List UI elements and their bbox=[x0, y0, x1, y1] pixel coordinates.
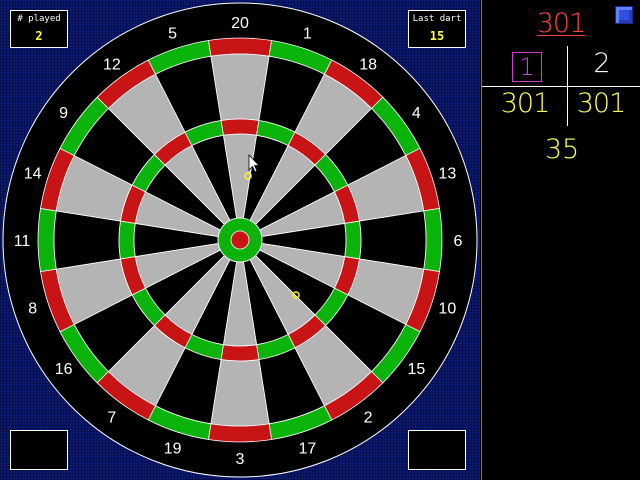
number-label-6: 6 bbox=[454, 233, 463, 250]
number-label-1: 1 bbox=[303, 26, 312, 43]
dartboard[interactable]: 20 1 18 4 13 6 10 15 2 17 3 19 7 16 8 11 14 9 12 5 bbox=[0, 0, 480, 480]
number-label-17: 17 bbox=[298, 440, 316, 457]
player-2-score: 301 bbox=[576, 88, 627, 119]
player-divider-horizontal bbox=[482, 86, 640, 87]
number-label-16: 16 bbox=[55, 361, 73, 378]
number-label-13: 13 bbox=[438, 166, 456, 183]
number-label-19: 19 bbox=[164, 440, 182, 457]
dartboard-area[interactable]: 20 1 18 4 13 6 10 15 2 17 3 19 7 16 8 11 14 9 12 5 # played… bbox=[0, 0, 480, 480]
player-1-label: 1 bbox=[512, 52, 542, 82]
double-6[interactable] bbox=[423, 207, 443, 273]
last-dart-box: Last dart 15 bbox=[408, 10, 466, 48]
number-label-9: 9 bbox=[59, 105, 68, 122]
remaining-score: 35 bbox=[544, 134, 580, 165]
treble-6[interactable] bbox=[344, 220, 362, 260]
number-label-3: 3 bbox=[236, 451, 245, 468]
number-label-8: 8 bbox=[28, 300, 37, 317]
player-2-label: 2 bbox=[593, 48, 611, 79]
bottom-left-box bbox=[10, 430, 68, 470]
number-label-12: 12 bbox=[103, 57, 121, 74]
number-label-2: 2 bbox=[364, 409, 373, 426]
number-label-18: 18 bbox=[359, 57, 377, 74]
played-box: # played 2 bbox=[10, 10, 68, 48]
number-label-11: 11 bbox=[14, 233, 31, 250]
number-label-4: 4 bbox=[412, 105, 421, 122]
double-11[interactable] bbox=[37, 207, 57, 273]
double-20[interactable] bbox=[207, 37, 273, 57]
treble-20[interactable] bbox=[220, 118, 260, 136]
number-label-14: 14 bbox=[24, 166, 42, 183]
number-label-15: 15 bbox=[407, 361, 425, 378]
bottom-right-box bbox=[408, 430, 466, 470]
played-value: 2 bbox=[35, 29, 43, 43]
treble-11[interactable] bbox=[118, 220, 136, 260]
score-panel: 301 1 2 301 301 35 bbox=[481, 0, 640, 480]
treble-3[interactable] bbox=[220, 344, 260, 362]
last-dart-value: 15 bbox=[429, 29, 445, 43]
number-label-10: 10 bbox=[438, 300, 456, 317]
double-3[interactable] bbox=[207, 423, 273, 443]
number-label-20: 20 bbox=[231, 15, 249, 32]
number-label-7: 7 bbox=[107, 409, 116, 426]
player-1-score: 301 bbox=[500, 88, 551, 119]
last-dart-label: Last dart bbox=[412, 14, 462, 24]
bullseye[interactable] bbox=[230, 230, 250, 250]
number-label-5: 5 bbox=[168, 26, 177, 43]
played-label: # played bbox=[17, 14, 61, 24]
game-title: 301 bbox=[536, 8, 587, 39]
